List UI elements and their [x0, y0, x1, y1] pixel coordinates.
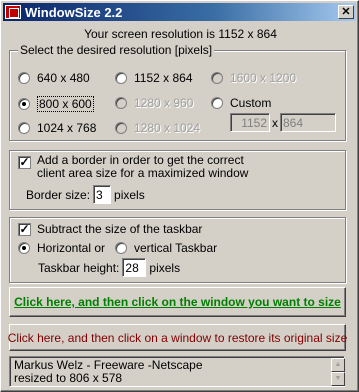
- radio-1600x1200: 1600 x 1200: [211, 71, 296, 85]
- radio-vertical-taskbar[interactable]: vertical Taskbar: [115, 241, 217, 255]
- radio-button[interactable]: [115, 242, 127, 254]
- radio-button[interactable]: [18, 98, 30, 110]
- radio-button[interactable]: [115, 72, 127, 84]
- border-label-line1: Add a border in order to get the correct: [37, 153, 244, 167]
- resolution-group: Select the desired resolution [pixels] 6…: [9, 43, 346, 141]
- app-window: WindowSize 2.2 ✕ Your screen resolution …: [0, 0, 359, 392]
- window-title: WindowSize 2.2: [25, 4, 123, 20]
- radio-1280x960: 1280 x 960: [115, 96, 193, 110]
- custom-width-field[interactable]: 1152: [230, 113, 270, 132]
- taskbar-height-label: Taskbar height:: [38, 260, 120, 275]
- taskbar-height-field[interactable]: 28: [122, 258, 147, 277]
- border-size-row: Border size: 3 pixels: [26, 185, 145, 204]
- border-size-field[interactable]: 3: [93, 185, 112, 204]
- radio-custom[interactable]: Custom: [211, 96, 271, 110]
- radio-1024x768[interactable]: 1024 x 768: [18, 121, 96, 135]
- radio-label: Horizontal or: [37, 241, 106, 255]
- border-checkbox[interactable]: ✓: [18, 156, 31, 169]
- status-text-box: Markus Welz - Freeware -Netscape resized…: [9, 356, 345, 387]
- border-label-line2: client area size for a maximized window: [37, 166, 249, 180]
- taskbar-checkbox-row[interactable]: ✓ Subtract the size of the taskbar: [18, 222, 202, 236]
- radio-button[interactable]: [18, 72, 30, 84]
- app-icon: [5, 5, 21, 19]
- radio-label: 1600 x 1200: [230, 71, 297, 85]
- radio-button: [115, 122, 127, 134]
- radio-button: [115, 97, 127, 109]
- radio-button: [211, 72, 223, 84]
- radio-label: 800 x 600: [37, 96, 94, 112]
- border-checkbox-row[interactable]: ✓ Add a border in order to get the corre…: [18, 154, 248, 180]
- radio-label: 1024 x 768: [37, 121, 97, 135]
- status-line-2: resized to 806 x 578: [14, 371, 123, 385]
- radio-horizontal-taskbar[interactable]: Horizontal or: [18, 241, 105, 255]
- radio-button[interactable]: [18, 242, 30, 254]
- screen-resolution-text: Your screen resolution is 1152 x 864: [84, 27, 277, 41]
- radio-label: vertical Taskbar: [134, 241, 218, 255]
- scroll-down-icon[interactable]: ▼: [331, 372, 345, 386]
- border-group: ✓ Add a border in order to get the corre…: [9, 150, 346, 210]
- border-size-unit: pixels: [114, 187, 145, 202]
- size-window-button[interactable]: Click here, and then click on the window…: [9, 287, 346, 317]
- taskbar-checkbox[interactable]: ✓: [18, 222, 31, 236]
- border-checkbox-label: Add a border in order to get the correct…: [37, 154, 248, 180]
- taskbar-height-row: Taskbar height: 28 pixels: [38, 258, 180, 277]
- radio-label: Custom: [230, 96, 272, 110]
- taskbar-group: ✓ Subtract the size of the taskbar Horiz…: [9, 217, 346, 283]
- taskbar-height-unit: pixels: [149, 260, 181, 275]
- title-bar[interactable]: WindowSize 2.2 ✕: [3, 3, 356, 21]
- radio-button[interactable]: [18, 122, 30, 134]
- custom-size-fields: 1152 x 864: [230, 113, 336, 132]
- status-scrollbar[interactable]: ▲ ▼: [331, 358, 345, 386]
- taskbar-checkbox-label: Subtract the size of the taskbar: [37, 222, 203, 236]
- radio-800x600[interactable]: 800 x 600: [18, 96, 94, 112]
- custom-height-field[interactable]: 864: [280, 113, 336, 132]
- radio-640x480[interactable]: 640 x 480: [18, 71, 90, 85]
- restore-window-button[interactable]: Click here, and then click on a window t…: [8, 324, 347, 351]
- radio-label: 1280 x 1024: [134, 121, 201, 135]
- close-button[interactable]: ✕: [338, 5, 354, 19]
- radio-button[interactable]: [211, 97, 223, 109]
- custom-x-separator: x: [272, 115, 278, 130]
- radio-1152x864[interactable]: 1152 x 864: [115, 71, 193, 85]
- radio-1280x1024: 1280 x 1024: [115, 121, 200, 135]
- radio-label: 1152 x 864: [134, 71, 193, 85]
- border-size-label: Border size:: [26, 187, 91, 202]
- radio-label: 640 x 480: [37, 71, 90, 85]
- scroll-up-icon[interactable]: ▲: [331, 358, 345, 372]
- radio-label: 1280 x 960: [134, 96, 194, 110]
- resolution-group-title: Select the desired resolution [pixels]: [18, 43, 215, 57]
